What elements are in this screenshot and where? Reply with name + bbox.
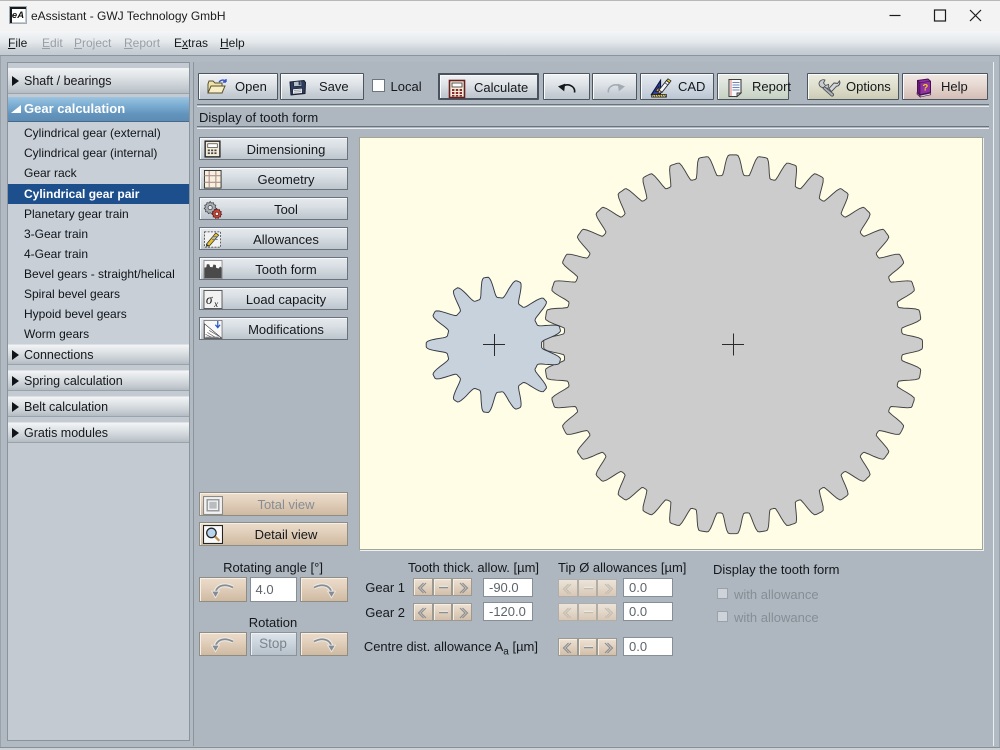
svg-text:σ: σ [205,291,212,306]
svg-text:x: x [212,300,218,309]
svg-text:?: ? [923,83,929,94]
